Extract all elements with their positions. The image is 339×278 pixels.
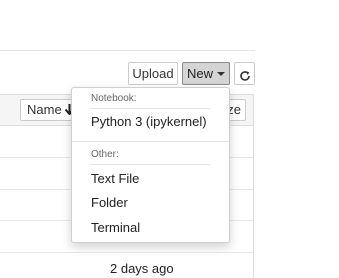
upload-button[interactable]: Upload bbox=[128, 62, 178, 85]
menu-header-notebook: Notebook: bbox=[91, 93, 137, 104]
caret-down-icon bbox=[217, 72, 225, 76]
menu-divider bbox=[72, 141, 229, 142]
sort-name-label: Name bbox=[27, 102, 62, 117]
menu-header-other: Other: bbox=[91, 149, 119, 160]
divider bbox=[0, 50, 255, 51]
new-dropdown-button[interactable]: New bbox=[182, 62, 230, 85]
new-dropdown-menu: Notebook: Python 3 (ipykernel) Other: Te… bbox=[71, 87, 230, 243]
menu-item-terminal[interactable]: Terminal bbox=[91, 220, 140, 235]
menu-item-folder[interactable]: Folder bbox=[91, 195, 128, 210]
new-button-label: New bbox=[186, 66, 213, 81]
menu-divider bbox=[91, 108, 210, 109]
row-modified-date: 2 days ago bbox=[110, 261, 174, 276]
refresh-button[interactable] bbox=[234, 62, 255, 85]
menu-item-text-file[interactable]: Text File bbox=[91, 171, 139, 186]
menu-item-python3[interactable]: Python 3 (ipykernel) bbox=[91, 114, 207, 129]
menu-divider bbox=[91, 164, 210, 165]
file-browser: Upload New Name ze 2 days ago Notebook: … bbox=[0, 0, 339, 278]
table-row[interactable] bbox=[0, 252, 253, 253]
refresh-icon bbox=[239, 70, 250, 81]
